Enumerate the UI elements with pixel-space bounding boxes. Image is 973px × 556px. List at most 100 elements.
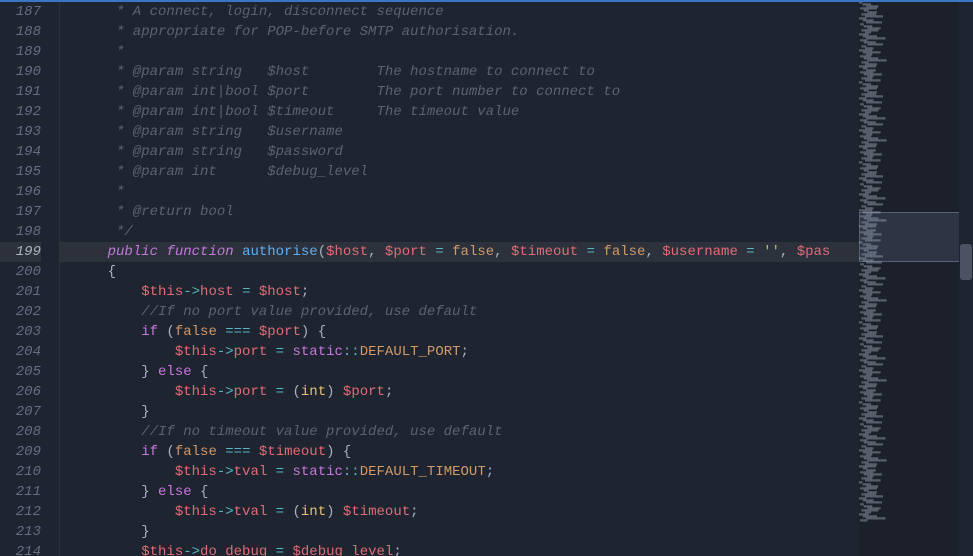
line-number: 212 — [0, 502, 41, 522]
token: } — [74, 404, 150, 420]
line-number: 214 — [0, 542, 41, 556]
code-line[interactable]: $this->tval = (int) $timeout; — [60, 502, 859, 522]
token — [234, 244, 242, 260]
token — [74, 544, 141, 556]
line-number: 195 — [0, 162, 41, 182]
token: $debug_level — [292, 544, 393, 556]
code-line[interactable]: { — [60, 262, 859, 282]
token: -> — [217, 384, 234, 400]
line-number: 189 — [0, 42, 41, 62]
token: ; — [385, 384, 393, 400]
token: */ — [74, 224, 133, 240]
token: $timeout — [343, 504, 410, 520]
code-line[interactable]: $this->port = static::DEFAULT_PORT; — [60, 342, 859, 362]
code-line[interactable]: } — [60, 402, 859, 422]
token — [267, 464, 275, 480]
token: false — [452, 244, 494, 260]
token — [250, 444, 258, 460]
minimap-viewport[interactable] — [859, 212, 973, 262]
scrollbar-thumb[interactable] — [960, 244, 972, 280]
token: int — [301, 384, 326, 400]
code-line[interactable]: $this->host = $host; — [60, 282, 859, 302]
token — [250, 324, 258, 340]
token: port — [234, 384, 268, 400]
token: ( — [158, 324, 175, 340]
line-number: 209 — [0, 442, 41, 462]
token: public — [108, 244, 158, 260]
code-line[interactable]: $this->do_debug = $debug_level; — [60, 542, 859, 556]
token: false — [603, 244, 645, 260]
code-line[interactable]: } — [60, 522, 859, 542]
code-line[interactable]: if (false === $port) { — [60, 322, 859, 342]
token: * @param string $username — [74, 124, 343, 140]
code-line[interactable]: * appropriate for POP-before SMTP author… — [60, 22, 859, 42]
code-line[interactable]: * @param string $password — [60, 142, 859, 162]
token — [578, 244, 586, 260]
token: ; — [461, 344, 469, 360]
token: authorise — [242, 244, 318, 260]
line-number: 197 — [0, 202, 41, 222]
token: ; — [410, 504, 418, 520]
code-line[interactable]: * A connect, login, disconnect sequence — [60, 2, 859, 22]
token: false — [175, 324, 217, 340]
token: //If no port value provided, use default — [74, 304, 477, 320]
line-number-gutter[interactable]: 1871881891901911921931941951961971981992… — [0, 2, 60, 556]
token: static — [292, 344, 342, 360]
token — [217, 324, 225, 340]
code-line[interactable]: $this->tval = static::DEFAULT_TIMEOUT; — [60, 462, 859, 482]
token: { — [192, 484, 209, 500]
code-line[interactable]: * @param int $debug_level — [60, 162, 859, 182]
token: ) — [326, 504, 343, 520]
code-line[interactable]: } else { — [60, 482, 859, 502]
token — [267, 344, 275, 360]
token — [267, 544, 275, 556]
token — [74, 504, 175, 520]
code-line[interactable]: } else { — [60, 362, 859, 382]
line-number: 188 — [0, 22, 41, 42]
token: === — [225, 324, 250, 340]
code-line[interactable]: public function authorise($host, $port =… — [60, 242, 859, 262]
vertical-scrollbar[interactable] — [959, 2, 973, 556]
token: $this — [141, 544, 183, 556]
code-line[interactable]: $this->port = (int) $port; — [60, 382, 859, 402]
code-line[interactable]: if (false === $timeout) { — [60, 442, 859, 462]
token: host — [200, 284, 234, 300]
token: int — [301, 504, 326, 520]
code-line[interactable]: * @return bool — [60, 202, 859, 222]
token: $username — [662, 244, 738, 260]
line-number: 205 — [0, 362, 41, 382]
code-line[interactable]: //If no port value provided, use default — [60, 302, 859, 322]
token: if — [141, 324, 158, 340]
code-editor[interactable]: 1871881891901911921931941951961971981992… — [0, 0, 973, 556]
code-line[interactable]: * — [60, 182, 859, 202]
code-line[interactable]: */ — [60, 222, 859, 242]
token: -> — [217, 464, 234, 480]
token: = — [276, 544, 284, 556]
token: , — [368, 244, 385, 260]
line-number: 194 — [0, 142, 41, 162]
token: $port — [385, 244, 427, 260]
token — [217, 444, 225, 460]
token: } — [74, 364, 158, 380]
code-line[interactable]: * @param string $host The hostname to co… — [60, 62, 859, 82]
code-area[interactable]: * A connect, login, disconnect sequence … — [60, 2, 859, 556]
token: = — [587, 244, 595, 260]
token: ( — [158, 444, 175, 460]
code-line[interactable]: //If no timeout value provided, use defa… — [60, 422, 859, 442]
token: $this — [141, 284, 183, 300]
token: :: — [343, 464, 360, 480]
code-line[interactable]: * @param int|bool $port The port number … — [60, 82, 859, 102]
token — [267, 384, 275, 400]
token: = — [435, 244, 443, 260]
line-number: 207 — [0, 402, 41, 422]
token: function — [166, 244, 233, 260]
token: //If no timeout value provided, use defa… — [74, 424, 502, 440]
code-line[interactable]: * @param string $username — [60, 122, 859, 142]
code-line[interactable]: * — [60, 42, 859, 62]
code-line[interactable]: * @param int|bool $timeout The timeout v… — [60, 102, 859, 122]
line-number: 203 — [0, 322, 41, 342]
minimap[interactable]: ███ ███████ ██████████ ██████████████ ██… — [859, 2, 973, 556]
token: port — [234, 344, 268, 360]
token: tval — [234, 504, 268, 520]
token: else — [158, 364, 192, 380]
